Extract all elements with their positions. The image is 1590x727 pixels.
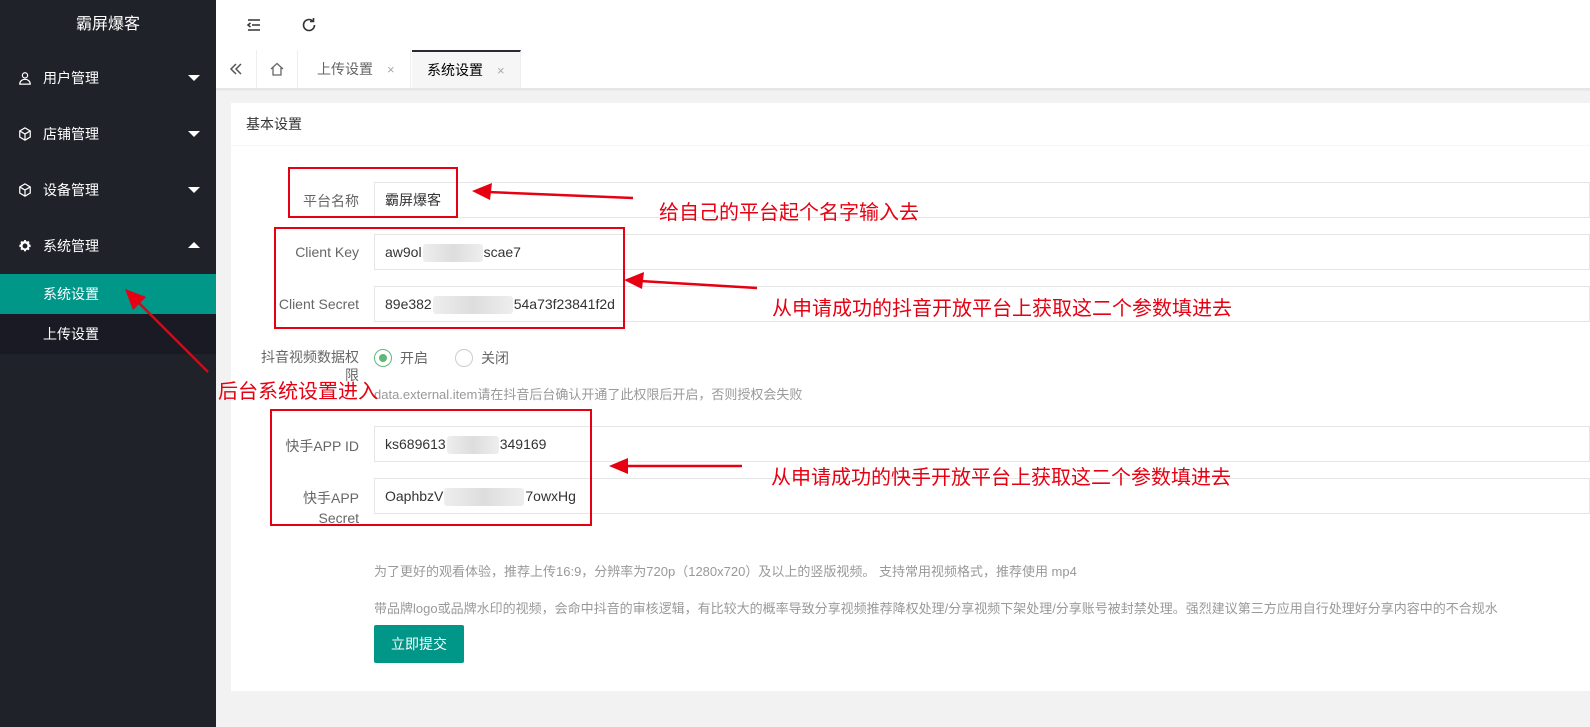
double-chevron-left-icon[interactable] — [216, 50, 257, 88]
permission-label-line1: 抖音视频数据权 — [261, 349, 359, 365]
radio-enable-label: 开启 — [400, 350, 428, 366]
sidebar-item-shop-management[interactable]: 店铺管理 — [0, 106, 216, 162]
device-icon — [17, 162, 33, 218]
sidebar-item-upload-settings[interactable]: 上传设置 — [0, 314, 216, 354]
chevron-down-icon — [188, 75, 200, 81]
sidebar: 霸屏爆客 用户管理 店铺管理 设备管理 系统管理 系统设置 上传设置 — [0, 0, 216, 727]
home-icon[interactable] — [257, 50, 298, 88]
system-submenu: 系统设置 上传设置 — [0, 274, 216, 354]
radio-checked-icon — [374, 349, 392, 367]
radio-unchecked-icon — [455, 349, 473, 367]
top-header — [216, 0, 1590, 51]
close-icon[interactable]: × — [497, 63, 505, 78]
sidebar-item-system-settings[interactable]: 系统设置 — [0, 274, 216, 314]
app-title: 霸屏爆客 — [75, 16, 140, 33]
radio-disable-label: 关闭 — [481, 350, 509, 366]
permission-tip: data.external.item请在抖音后台确认开通了此权限后开启，否则授权… — [374, 387, 803, 402]
note-kuaishou-params: 从申请成功的快手开放平台上获取这二个参数填进去 — [771, 467, 1231, 489]
sidebar-item-device-management[interactable]: 设备管理 — [0, 162, 216, 218]
highlight-box-douyin — [274, 227, 625, 329]
highlight-box-platform — [288, 167, 458, 218]
refresh-icon[interactable] — [289, 0, 329, 50]
sidebar-item-label: 设备管理 — [43, 182, 99, 198]
chevron-down-icon — [188, 131, 200, 137]
fold-menu-icon[interactable] — [234, 0, 274, 50]
note-entry-path: 后台系统设置进入 — [218, 381, 378, 403]
close-icon[interactable]: × — [387, 62, 395, 77]
sidebar-item-user-management[interactable]: 用户管理 — [0, 50, 216, 106]
sidebar-item-label: 系统管理 — [43, 238, 99, 254]
chevron-down-icon — [188, 187, 200, 193]
user-icon — [17, 50, 33, 106]
note-douyin-params: 从申请成功的抖音开放平台上获取这二个参数填进去 — [772, 298, 1232, 320]
tab-label: 上传设置 — [317, 61, 373, 77]
tab-bar: 上传设置 × 系统设置 × — [216, 50, 1590, 89]
submit-button[interactable]: 立即提交 — [374, 625, 464, 663]
gear-icon — [17, 218, 33, 274]
card-title: 基本设置 — [231, 103, 1590, 146]
shop-icon — [17, 106, 33, 162]
note-platform-name: 给自己的平台起个名字输入去 — [659, 202, 919, 224]
sidebar-item-system-management[interactable]: 系统管理 — [0, 218, 216, 274]
tab-system-settings[interactable]: 系统设置 × — [412, 50, 521, 88]
sidebar-item-label: 店铺管理 — [43, 126, 99, 142]
sidebar-item-label: 用户管理 — [43, 70, 99, 86]
video-format-tip: 为了更好的观看体验，推荐上传16:9，分辨率为720p（1280x720）及以上… — [374, 564, 1077, 579]
tab-upload-settings[interactable]: 上传设置 × — [302, 50, 411, 88]
platform-name-input[interactable]: 霸屏爆客 — [374, 182, 1590, 218]
watermark-warning-tip: 带品牌logo或品牌水印的视频，会命中抖音的审核逻辑，有比较大的概率导致分享视频… — [374, 601, 1498, 616]
chevron-up-icon — [188, 242, 200, 248]
highlight-box-kuaishou — [270, 409, 592, 526]
radio-enable[interactable]: 开启 — [374, 348, 428, 368]
tab-label: 系统设置 — [427, 62, 483, 78]
radio-disable[interactable]: 关闭 — [455, 348, 509, 368]
